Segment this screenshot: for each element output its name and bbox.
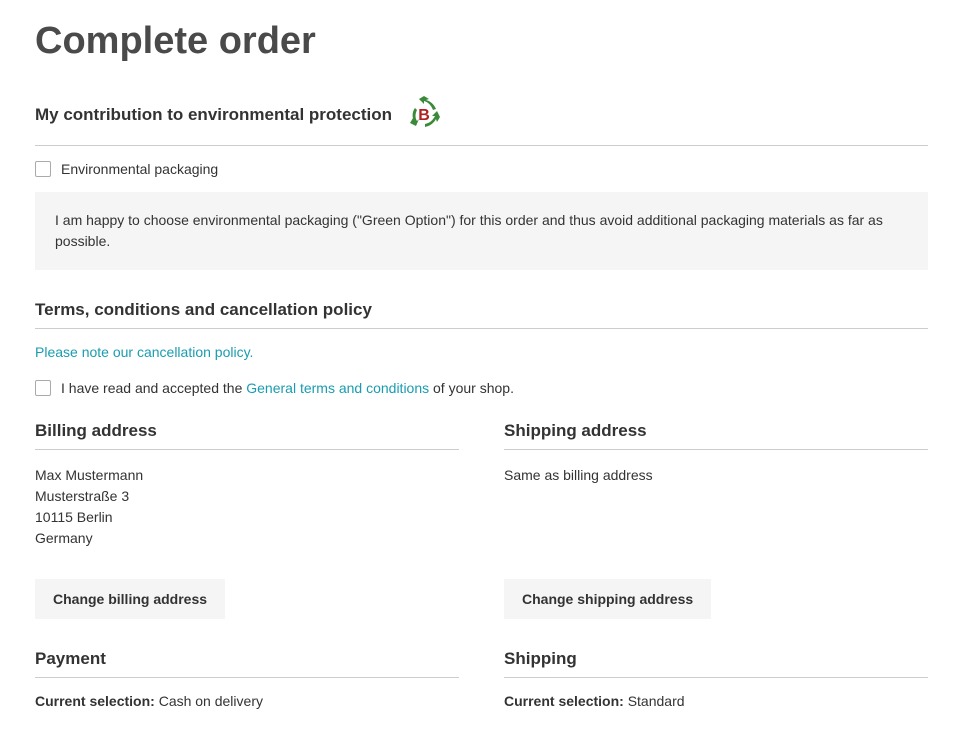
env-checkbox-row: Environmental packaging xyxy=(35,161,928,177)
recycle-icon: B xyxy=(402,93,446,137)
payment-selection-label: Current selection: xyxy=(35,693,155,709)
terms-accept-checkbox[interactable] xyxy=(35,380,51,396)
payment-header: Payment xyxy=(35,649,459,678)
billing-address-header: Billing address xyxy=(35,421,459,450)
billing-city: 10115 Berlin xyxy=(35,507,459,528)
terms-section-header: Terms, conditions and cancellation polic… xyxy=(35,300,928,329)
terms-accept-text: I have read and accepted the General ter… xyxy=(61,380,514,396)
shipping-selection-value: Standard xyxy=(624,693,685,709)
env-info-box: I am happy to choose environmental packa… xyxy=(35,192,928,270)
billing-country: Germany xyxy=(35,528,459,549)
env-section-header: My contribution to environmental protect… xyxy=(35,93,928,146)
payment-selection-value: Cash on delivery xyxy=(155,693,263,709)
shipping-address-text: Same as billing address xyxy=(504,465,928,549)
terms-conditions-link[interactable]: General terms and conditions xyxy=(246,380,429,396)
env-heading-text: My contribution to environmental protect… xyxy=(35,105,392,125)
shipping-header: Shipping xyxy=(504,649,928,678)
shipping-same-text: Same as billing address xyxy=(504,465,928,486)
terms-suffix: of your shop. xyxy=(429,380,514,396)
billing-street: Musterstraße 3 xyxy=(35,486,459,507)
page-title: Complete order xyxy=(35,20,928,63)
billing-name: Max Mustermann xyxy=(35,465,459,486)
shipping-address-header: Shipping address xyxy=(504,421,928,450)
shipping-selection-label: Current selection: xyxy=(504,693,624,709)
shipping-selection: Current selection: Standard xyxy=(504,693,928,709)
env-packaging-checkbox[interactable] xyxy=(35,161,51,177)
billing-address-text: Max Mustermann Musterstraße 3 10115 Berl… xyxy=(35,465,459,549)
change-billing-button[interactable]: Change billing address xyxy=(35,579,225,619)
env-checkbox-label: Environmental packaging xyxy=(61,161,218,177)
terms-accept-row: I have read and accepted the General ter… xyxy=(35,380,928,396)
terms-prefix: I have read and accepted the xyxy=(61,380,246,396)
cancellation-policy-link[interactable]: Please note our cancellation policy. xyxy=(35,344,928,360)
change-shipping-button[interactable]: Change shipping address xyxy=(504,579,711,619)
svg-text:B: B xyxy=(418,107,430,124)
payment-selection: Current selection: Cash on delivery xyxy=(35,693,459,709)
